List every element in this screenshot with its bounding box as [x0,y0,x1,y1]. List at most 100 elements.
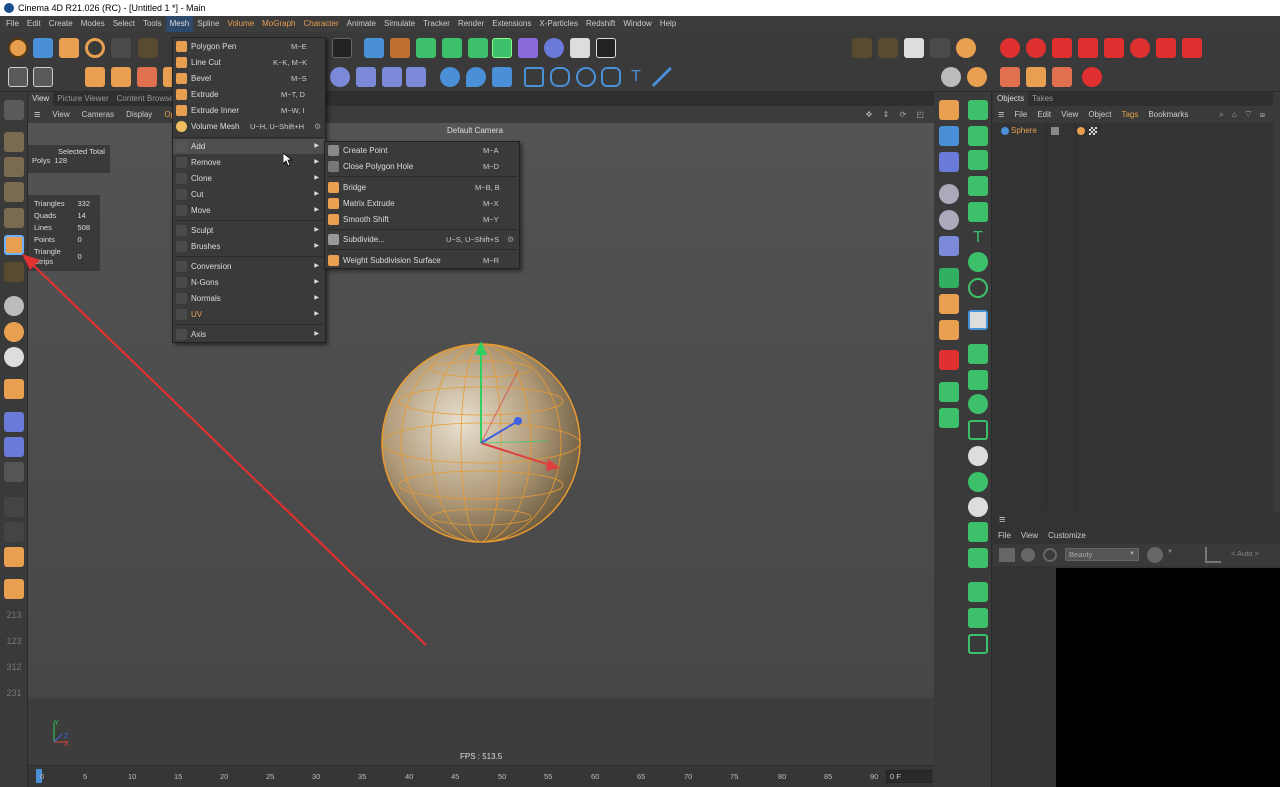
menu-animate[interactable]: Animate [343,16,380,32]
add-submenu-item[interactable]: Smooth Shift M~Y [325,212,519,227]
polygon-spline-icon[interactable] [550,67,570,87]
add-submenu-item[interactable]: Weight Subdivision Surface M~R [325,253,519,268]
viewport-menu-view[interactable]: View [46,110,75,119]
viewport-menu-display[interactable]: Display [120,110,158,119]
deformer-icon[interactable] [518,38,538,58]
object-mode-icon[interactable] [8,67,28,87]
text-spline-icon[interactable]: T [626,67,646,87]
mesh-menu-item[interactable]: Extrude M~T, D [173,87,325,102]
green-cube-icon[interactable] [968,150,988,170]
add-tool-icon[interactable] [138,38,158,58]
effector-volume-icon[interactable] [968,548,988,568]
render-menu-file[interactable]: File [993,531,1016,540]
objects-menu-bookmarks[interactable]: Bookmarks [1143,110,1193,119]
help-icon[interactable] [4,579,24,599]
menu-volume[interactable]: Volume [223,16,258,32]
texture-mode-icon[interactable] [4,157,24,177]
menu-mesh[interactable]: Mesh [165,16,194,32]
y-axis-icon[interactable] [4,547,24,567]
voronoi-icon[interactable] [939,408,959,428]
emitter-icon[interactable] [356,67,376,87]
menu-render[interactable]: Render [454,16,488,32]
menu-redshift[interactable]: Redshift [582,16,619,32]
brush-add-icon[interactable] [939,320,959,340]
redshift-material-icon[interactable] [1182,38,1202,58]
mesh-menu-uv[interactable]: UV ▶ [173,307,325,322]
gear-icon[interactable]: ⚙ [314,119,321,134]
mesh-menu-item[interactable]: Volume Mesh U~H, U~Shift+H ⚙ [173,119,325,134]
spline-pen-icon[interactable] [939,100,959,120]
mesh-menu-ngons[interactable]: N-Gons ▶ [173,275,325,290]
mesh-menu-item[interactable]: Bevel M~S [173,71,325,86]
menu-help[interactable]: Help [656,16,680,32]
xp-paint-icon[interactable] [1082,67,1102,87]
fracture-icon[interactable] [939,382,959,402]
refresh-icon[interactable] [1043,548,1057,562]
edges-mode-icon[interactable] [111,67,131,87]
clapper-icon[interactable] [999,548,1015,562]
menu-select[interactable]: Select [109,16,139,32]
current-frame-field[interactable]: 0 F [886,770,932,783]
mesh-menu-brushes[interactable]: Brushes ▶ [173,239,325,254]
menu-tracker[interactable]: Tracker [419,16,454,32]
plane-icon[interactable] [492,67,512,87]
menu-file[interactable]: File [2,16,23,32]
line-spline-icon[interactable] [652,67,672,87]
axis-order-123[interactable]: 123 [6,636,21,646]
add-submenu-item[interactable]: Subdivide... U~S, U~Shift+S ⚙ [325,232,519,247]
effector-plain-icon[interactable] [968,344,988,364]
gear-green-icon[interactable] [968,100,988,120]
mesh-menu-axis[interactable]: Axis ▶ [173,327,325,342]
edges-side-icon[interactable] [4,208,24,228]
points-mode-icon[interactable] [85,67,105,87]
hamburger-icon[interactable]: ≡ [999,514,1005,526]
search-icon[interactable] [4,522,24,542]
xp-emitter-icon[interactable] [1000,67,1020,87]
objects-menu-view[interactable]: View [1056,110,1083,119]
scale-tool-icon[interactable] [59,38,79,58]
mesh-menu-remove[interactable]: Remove ▶ [173,155,325,170]
metaball-icon[interactable] [939,184,959,204]
xp-brush-icon[interactable] [1052,67,1072,87]
tab-takes[interactable]: Takes [1028,92,1057,106]
field-linear-icon[interactable] [968,582,988,602]
axis-order-213[interactable]: 213 [6,610,21,620]
solo-off-icon[interactable] [4,347,24,367]
menu-tools[interactable]: Tools [139,16,166,32]
camera-icon[interactable] [570,38,590,58]
fracture-cube-icon[interactable] [968,202,988,222]
mesh-menu-cut[interactable]: Cut ▶ [173,187,325,202]
cloner-icon[interactable] [468,38,488,58]
knife-icon[interactable] [939,268,959,288]
tab-content-browser[interactable]: Content Browser [113,92,181,106]
redshift-ipr-icon[interactable] [1078,38,1098,58]
xp-system-icon[interactable] [1026,67,1046,87]
mesh-menu-normals[interactable]: Normals ▶ [173,291,325,306]
menu-character[interactable]: Character [300,16,343,32]
menu-simulate[interactable]: Simulate [380,16,419,32]
redshift-camera-icon[interactable] [1052,38,1072,58]
add-submenu-item[interactable]: Matrix Extrude M~X [325,196,519,211]
mesh-menu-sculpt[interactable]: Sculpt ▶ [173,223,325,238]
cache-icon[interactable] [406,67,426,87]
effector-step-icon[interactable] [968,472,988,492]
droplet-icon[interactable] [466,67,486,87]
uvw-tag-icon[interactable] [1089,127,1097,135]
axis-lock-icon[interactable] [878,38,898,58]
connect-icon[interactable] [939,236,959,256]
brush-icon[interactable] [939,294,959,314]
mesh-menu-item[interactable]: Polygon Pen M~E [173,39,325,54]
effector-shader-icon[interactable] [968,420,988,440]
add-submenu-item[interactable]: Create Point M~A [325,143,519,158]
snap-s-active-icon[interactable] [967,67,987,87]
render-menu-customize[interactable]: Customize [1043,531,1091,540]
tab-view[interactable]: View [28,92,54,106]
locked-workplane-icon[interactable] [4,437,24,457]
snap-s-icon[interactable] [941,67,961,87]
axis-order-231[interactable]: 231 [6,688,21,698]
effector-house-icon[interactable] [968,370,988,390]
crop-icon[interactable] [1205,547,1221,563]
mesh-menu-item[interactable]: Extrude Inner M~W, I [173,103,325,118]
pen-spline-icon[interactable] [390,38,410,58]
radiation-icon[interactable] [956,38,976,58]
